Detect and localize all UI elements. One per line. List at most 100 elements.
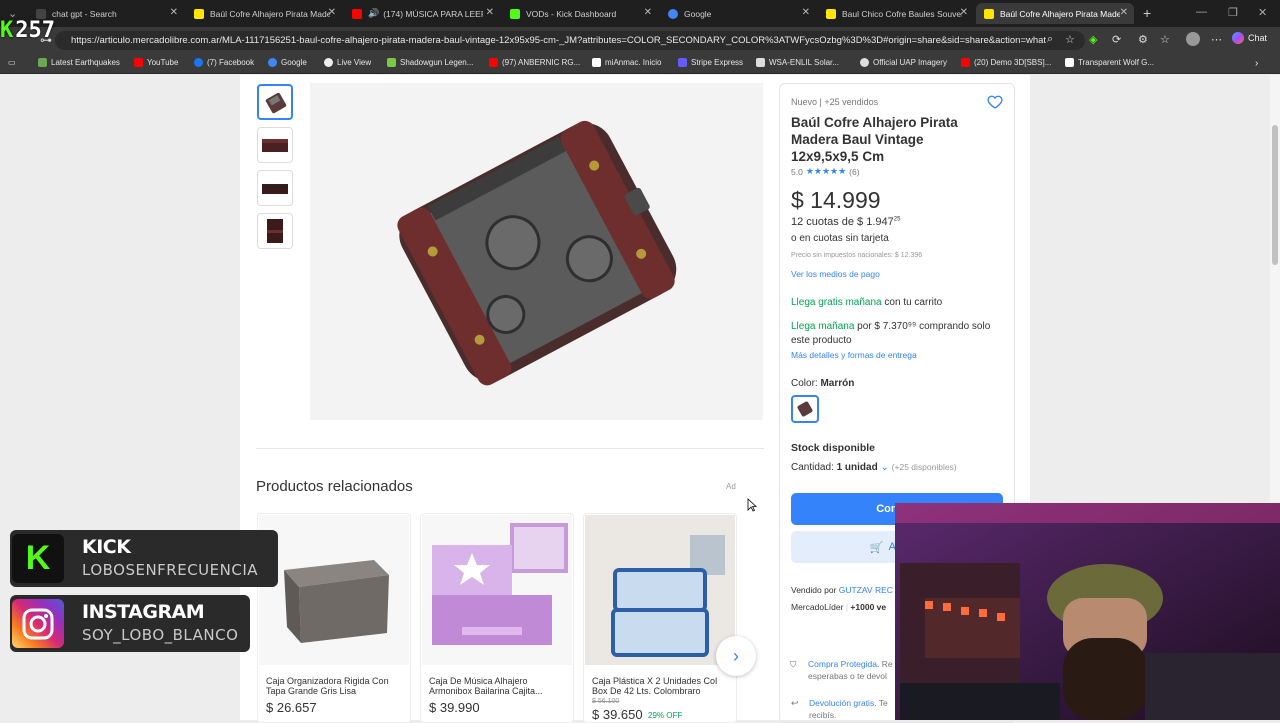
thumbnail-1[interactable] <box>257 84 293 120</box>
tab-baul-cofre[interactable]: Baúl Cofre Alhajero Pirata Madera ✕ <box>186 3 342 24</box>
noaa-icon <box>756 58 765 67</box>
cart-icon: 🛒 <box>869 541 884 554</box>
instagram-social-banner: INSTAGRAM SOY_LOBO_BLANCO <box>10 595 250 652</box>
bookmark-demo-3d[interactable]: (20) Demo 3D[SBS]... <box>961 58 1051 67</box>
more-menu-icon[interactable]: ⋯ <box>1211 33 1222 46</box>
product-name: Caja De Música Alhajero Armonibox Bailar… <box>429 676 543 696</box>
minimize-icon[interactable]: — <box>1196 6 1207 18</box>
close-tab-icon[interactable]: ✕ <box>486 7 494 18</box>
color-swatch-marron[interactable] <box>791 395 819 423</box>
favorites-icon[interactable]: ☆ <box>1160 33 1170 46</box>
close-tab-icon[interactable]: ✕ <box>802 7 810 18</box>
payment-methods-link[interactable]: Ver los medios de pago <box>791 269 880 279</box>
search-favicon-icon <box>36 8 46 19</box>
tab-google[interactable]: Google ✕ <box>660 3 816 24</box>
rating-row[interactable]: 5.0 ★★★★★ (6) <box>791 166 860 177</box>
close-tab-icon[interactable]: ✕ <box>328 7 336 18</box>
tab-baul-cofre-active[interactable]: Baúl Cofre Alhajero Pirata Madera ✕ <box>976 3 1134 24</box>
close-tab-icon[interactable]: ✕ <box>1120 7 1128 18</box>
carousel-next-button[interactable]: › <box>716 636 756 676</box>
chevron-down-icon: ⌄ <box>880 462 889 473</box>
live-view-icon <box>324 58 333 67</box>
maximize-icon[interactable]: ❐ <box>1228 6 1238 19</box>
youtube-icon <box>489 58 498 67</box>
earthquake-icon <box>38 58 47 67</box>
condition-text: Nuevo | +25 vendidos <box>791 97 879 107</box>
bookmark-facebook[interactable]: (7) Facebook <box>194 58 254 67</box>
delivery-details-link[interactable]: Más detalles y formas de entrega <box>791 350 917 360</box>
android-icon <box>387 58 396 67</box>
profile-avatar-icon[interactable] <box>1186 32 1200 46</box>
bookmark-google[interactable]: Google <box>268 58 307 67</box>
related-products-title: Productos relacionados <box>256 478 413 495</box>
bookmark-wsa-enlil[interactable]: WSA-ENLIL Solar... <box>756 58 839 67</box>
kick-favicon-icon <box>510 8 520 19</box>
thumbnail-2[interactable] <box>257 127 293 163</box>
mouse-cursor-icon <box>747 498 757 512</box>
seller-link[interactable]: GUTZAV REC <box>839 585 893 595</box>
ad-label: Ad <box>726 482 736 491</box>
youtube-icon <box>961 58 970 67</box>
youtube-icon <box>134 58 143 67</box>
thumbnail-3[interactable] <box>257 170 293 206</box>
close-tab-icon[interactable]: ✕ <box>960 7 968 18</box>
document-icon <box>1065 58 1074 67</box>
free-return-link[interactable]: Devolución gratis. <box>809 698 877 708</box>
bookmark-latest-earthquakes[interactable]: Latest Earthquakes <box>38 58 120 67</box>
color-label: Color: Marrón <box>791 378 855 389</box>
quantity-selector[interactable]: Cantidad: 1 unidad ⌄ (+25 disponibles) <box>791 462 957 473</box>
protected-purchase-benefit: ⛉ Compra Protegida. Re esperabas o te dev… <box>790 659 893 681</box>
protected-purchase-link[interactable]: Compra Protegida. <box>808 659 879 669</box>
close-window-icon[interactable]: ✕ <box>1258 6 1267 19</box>
chevron-right-icon: › <box>733 645 739 666</box>
no-card-text: o en cuotas sin tarjeta <box>791 233 889 244</box>
close-tab-icon[interactable]: ✕ <box>644 7 652 18</box>
bookmark-mianmac[interactable]: miAnmac. Inicio <box>592 58 661 67</box>
copilot-chat-button[interactable]: Chat <box>1232 32 1267 44</box>
webcam-overlay <box>895 503 1280 720</box>
puzzle-icon[interactable]: ⚙ <box>1138 33 1148 46</box>
mercadolibre-favicon-icon <box>826 8 836 19</box>
product-name: Caja Plástica X 2 Unidades Col Box De 42… <box>592 676 718 696</box>
close-tab-icon[interactable]: ✕ <box>170 7 178 18</box>
installments-text: 12 cuotas de $ 1.94725 <box>791 216 901 228</box>
new-tab-icon[interactable]: + <box>1143 5 1151 21</box>
bookmark-anbernic[interactable]: (97) ANBERNIC RG... <box>489 58 580 67</box>
address-toolbar: ⊶ https://articulo.mercadolibre.com.ar/M… <box>0 27 1280 54</box>
shipping-text: Llega mañana por $ 7.370⁹⁹ comprando sol… <box>791 321 991 346</box>
bookmarks-overflow-icon[interactable]: › <box>1255 58 1258 69</box>
address-bar[interactable]: https://articulo.mercadolibre.com.ar/MLA… <box>55 31 1085 50</box>
mercadolibre-favicon-icon <box>194 8 204 19</box>
google-icon <box>268 58 277 67</box>
free-shipping-text: Llega gratis mañana con tu carrito <box>791 297 943 308</box>
scrollbar-thumb[interactable] <box>1272 125 1278 265</box>
tab-kick-dashboard[interactable]: VODs - Kick Dashboard ✕ <box>502 3 658 24</box>
zoom-icon[interactable]: ⌕ <box>1047 33 1053 46</box>
related-product-card[interactable]: Caja De Música Alhajero Armonibox Bailar… <box>420 513 574 723</box>
product-image <box>259 515 409 665</box>
refresh-extension-icon[interactable]: ⟳ <box>1112 33 1121 46</box>
bookmarks-menu-icon[interactable]: ▭ <box>8 58 16 67</box>
bookmark-stripe[interactable]: Stripe Express <box>678 58 743 67</box>
tab-musica[interactable]: 🔊 (174) MÚSICA PARA LEER TE ✕ <box>344 3 500 24</box>
bookmark-youtube[interactable]: YouTube <box>134 58 178 67</box>
product-price: $ 39.990 <box>429 700 480 715</box>
bookmark-live-view[interactable]: Live View <box>324 58 371 67</box>
product-main-image[interactable] <box>310 83 763 420</box>
related-product-card[interactable]: Caja Plástica X 2 Unidades Col Box De 42… <box>583 513 737 723</box>
stripe-icon <box>678 58 687 67</box>
bookmark-shadowgun[interactable]: Shadowgun Legen... <box>387 58 473 67</box>
speaker-icon[interactable]: 🔊 <box>368 8 379 19</box>
thumbnail-4[interactable] <box>257 213 293 249</box>
bookmark-transparent-wolf[interactable]: Transparent Wolf G... <box>1065 58 1154 67</box>
related-product-card[interactable]: Caja Organizadora Rigida Con Tapa Grande… <box>257 513 411 723</box>
bookmark-uap[interactable]: Official UAP Imagery <box>860 58 947 67</box>
heart-icon[interactable] <box>987 94 1003 110</box>
extension-icon[interactable]: ◈ <box>1089 33 1097 46</box>
product-title: Baúl Cofre Alhajero Pirata Madera Baul V… <box>791 115 958 164</box>
tab-bar: ⌄ chat gpt - Search ✕ Baúl Cofre Alhajer… <box>0 0 1280 27</box>
star-rating-icon: ★★★★★ <box>805 166 847 176</box>
bookmark-star-icon[interactable]: ☆ <box>1065 33 1075 46</box>
section-divider <box>256 448 764 449</box>
tab-baul-chico[interactable]: Baul Chico Cofre Baules Souvenir ✕ <box>818 3 974 24</box>
